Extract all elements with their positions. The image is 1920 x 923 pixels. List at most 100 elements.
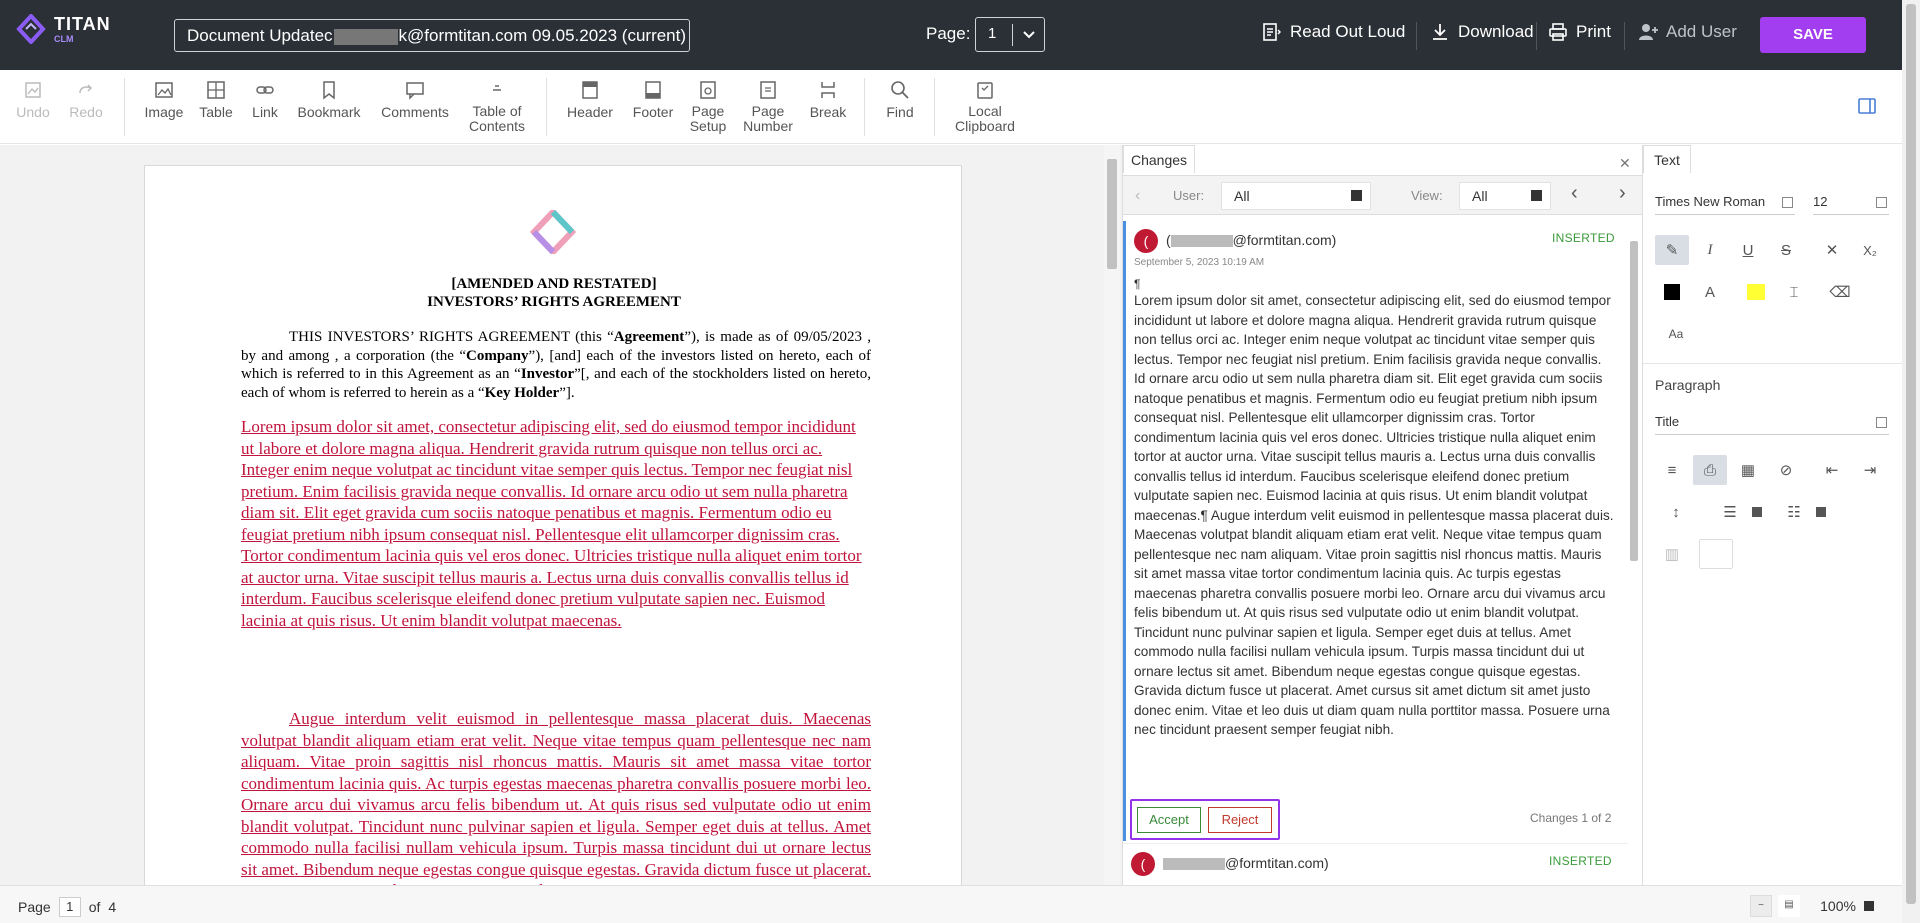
zoom-out-button[interactable]: − [1750,895,1772,917]
tab-text[interactable]: Text [1643,145,1691,173]
read-out-loud-button[interactable]: Read Out Loud [1262,22,1405,42]
inserted-paragraph-1[interactable]: Lorem ipsum dolor sit amet, consectetur … [241,416,871,631]
align-left-button[interactable]: ≡ [1655,455,1689,485]
comments-button[interactable]: Comments [380,80,450,120]
font-family-value: Times New Roman [1655,194,1766,209]
pilcrow-mark: ¶ [1134,277,1141,291]
read-aloud-icon [1263,23,1281,41]
redacted-mask [1170,235,1233,248]
bookmark-button[interactable]: Bookmark [296,80,362,120]
shading-color-button[interactable] [1699,539,1733,569]
page-number-input[interactable]: 1 [58,897,81,917]
chart-button[interactable]: ▥ [1655,539,1689,569]
scrollbar-thumb[interactable] [1906,4,1916,904]
insert-table-button[interactable]: Table [196,80,236,120]
line-spacing-button[interactable]: ↕ [1655,497,1697,527]
titan-logo[interactable]: TITAN CLM [16,13,110,48]
subscript-button[interactable]: X₂ [1853,235,1887,265]
break-button[interactable]: Break [808,80,848,120]
footer-button[interactable]: Footer [628,80,678,120]
hide-button[interactable]: ⊘ [1769,455,1803,485]
page-number-button[interactable]: Page Number [740,80,796,134]
chevron-down-icon [1023,31,1035,39]
undo-button[interactable]: Undo [14,80,52,120]
scrollbar-thumb[interactable] [1107,159,1117,269]
window-scrollbar[interactable] [1902,0,1920,923]
underline-button[interactable]: U [1731,235,1765,265]
document-scrollbar[interactable] [1104,145,1120,885]
font-size-select[interactable]: 12 [1813,189,1889,215]
numbered-list-button[interactable]: ☷ [1777,497,1811,527]
reject-button[interactable]: Reject [1208,807,1272,833]
avatar: ( [1131,852,1155,876]
page-of-label: of [88,899,101,915]
ribbon-toolbar: Undo Redo Image Table Link Bookmark Comm… [0,70,1920,144]
save-button[interactable]: SAVE [1760,17,1866,53]
avatar: ( [1134,229,1158,253]
change-card[interactable]: ( (@formtitan.com) INSERTED September 5,… [1123,221,1628,841]
print-button[interactable]: Print [1548,22,1611,42]
inserted-paragraph-2[interactable]: Augue interdum velit euismod in pellente… [241,708,871,885]
undo-icon [25,82,41,98]
table-grid-button[interactable]: ▦ [1731,455,1765,485]
scrollbar-thumb[interactable] [1630,241,1638,561]
insert-image-button[interactable]: Image [142,80,186,120]
clear-format-button[interactable]: ✕ [1815,235,1849,265]
eraser-button[interactable]: ⌫ [1823,277,1857,307]
next-change-icon[interactable]: › [1619,182,1626,205]
highlight-color-button[interactable] [1739,277,1773,307]
download-label: Download [1458,22,1534,41]
local-clipboard-button[interactable]: Local Clipboard [952,80,1018,134]
changes-scrollbar[interactable] [1627,235,1641,865]
toolbar-divider [1536,22,1537,50]
document-title-field[interactable]: Document Updatec k@formtitan.com 09.05.20… [174,19,690,52]
close-icon[interactable]: ✕ [1619,155,1631,172]
tab-changes[interactable]: Changes [1123,145,1195,173]
page-break-icon [821,82,835,98]
chevron-left-icon[interactable]: ‹ [1135,187,1140,205]
add-user-button[interactable]: Add User [1638,22,1737,42]
insert-link-button[interactable]: Link [248,80,282,120]
page-setup-button[interactable]: Page Setup [688,80,728,134]
change-card[interactable]: ( @formtitan.com) INSERTED [1123,843,1628,885]
text-color-button[interactable]: A [1693,277,1727,307]
strikethrough-button[interactable]: S [1769,235,1803,265]
author-email: @formtitan.com) [1225,855,1329,871]
view-filter-select[interactable]: All [1459,182,1551,210]
grid-icon: ▦ [1740,462,1756,479]
page-select[interactable]: 1 [975,17,1045,52]
zoom-select[interactable]: 100% [1806,895,1888,917]
print-layout-button[interactable]: ⎙ [1693,455,1727,485]
download-button[interactable]: Download [1430,22,1534,42]
header-button[interactable]: Header [564,80,616,120]
highlight-button[interactable]: ⌶ [1777,277,1811,307]
font-family-select[interactable]: Times New Roman [1655,189,1795,215]
accept-button[interactable]: Accept [1137,807,1201,833]
bullet-list-button[interactable]: ☰ [1713,497,1747,527]
highlight-pen-button[interactable]: ✎ [1655,235,1689,265]
document-page[interactable]: [AMENDED AND RESTATED] INVESTORS’ RIGHTS… [144,165,962,885]
line-spacing-icon: ↕ [1672,503,1680,521]
intro-paragraph[interactable]: THIS INVESTORS’ RIGHTS AGREEMENT (this “… [241,328,871,402]
numbered-list-dropdown[interactable] [1811,497,1831,527]
bullet-list-dropdown[interactable] [1747,497,1767,527]
pen-icon: ✎ [1665,242,1679,259]
find-button[interactable]: Find [882,80,918,120]
document-title-line-2: INVESTORS’ RIGHTS AGREEMENT [427,294,681,310]
italic-button[interactable]: I [1693,235,1727,265]
fit-page-button[interactable]: ▤ [1778,895,1800,917]
author-email: @formtitan.com) [1232,232,1337,248]
app-name: TITAN [54,14,111,34]
sidebar-toggle-icon[interactable] [1858,98,1876,114]
change-case-button[interactable]: Aa [1655,319,1697,349]
paragraph-style-select[interactable]: Title [1655,409,1889,435]
previous-change-icon[interactable]: ‹ [1571,182,1578,205]
font-color-button[interactable] [1655,277,1689,307]
redo-button[interactable]: Redo [68,80,104,120]
decrease-indent-button[interactable]: ⇤ [1815,455,1849,485]
numbered-list-icon: ☷ [1787,504,1801,521]
user-filter-select[interactable]: All [1221,182,1371,210]
increase-indent-button[interactable]: ⇥ [1853,455,1887,485]
find-label: Find [886,104,914,120]
table-of-contents-button[interactable]: Table of Contents [464,80,530,134]
